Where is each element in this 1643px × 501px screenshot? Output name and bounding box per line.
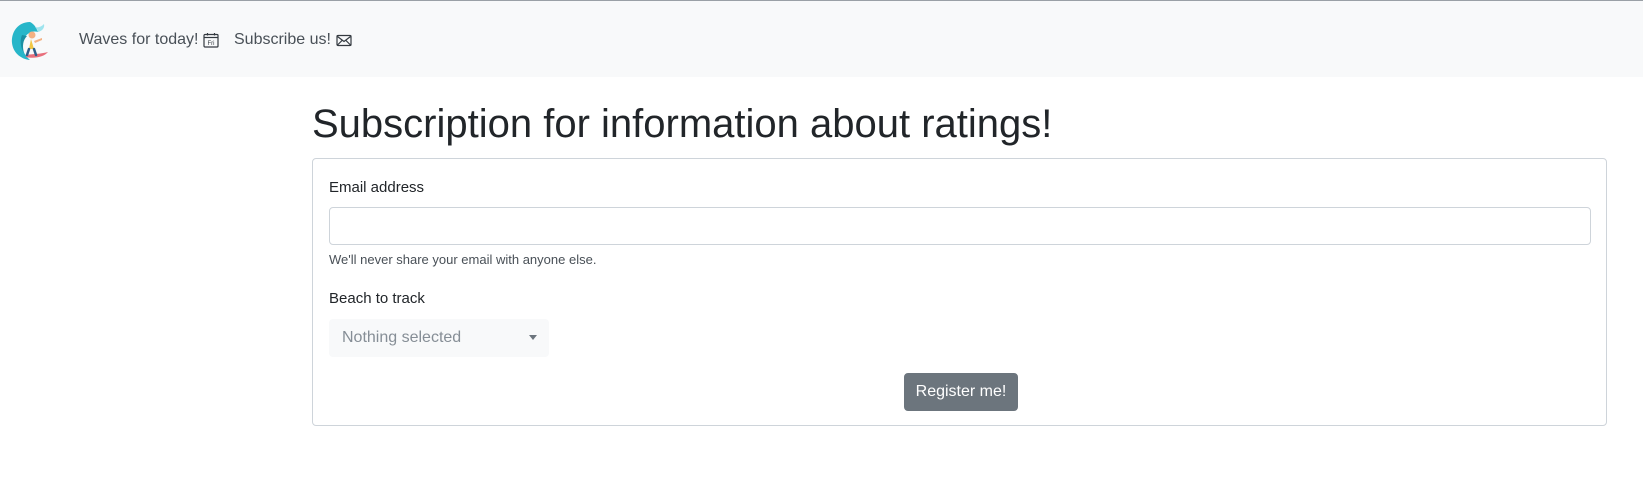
nav-link-subscribe-us[interactable]: Subscribe us! (234, 31, 352, 49)
subscription-form-card: Email address We'll never share your ema… (312, 158, 1607, 426)
calendar-icon-day: Fri (208, 41, 215, 47)
nav-link-label: Waves for today! (79, 31, 199, 48)
page-title: Subscription for information about ratin… (312, 102, 1053, 146)
email-label: Email address (329, 179, 425, 196)
email-help-text: We'll never share your email with anyone… (329, 252, 597, 267)
beach-select-value: Nothing selected (342, 329, 462, 346)
surfer-wave-logo-icon[interactable] (8, 19, 52, 63)
caret-down-icon (529, 335, 537, 340)
calendar-icon: Fri (203, 32, 220, 48)
nav-link-waves-for-today[interactable]: Waves for today! Fri (79, 31, 220, 49)
nav-link-label: Subscribe us! (234, 31, 331, 48)
navbar: Waves for today! Fri Subscribe us! (0, 1, 1643, 77)
beach-select-dropdown[interactable]: Nothing selected (329, 319, 549, 357)
beach-label: Beach to track (329, 290, 425, 307)
email-field[interactable] (329, 207, 1591, 245)
envelope-icon (336, 32, 352, 48)
register-button[interactable]: Register me! (904, 373, 1018, 411)
